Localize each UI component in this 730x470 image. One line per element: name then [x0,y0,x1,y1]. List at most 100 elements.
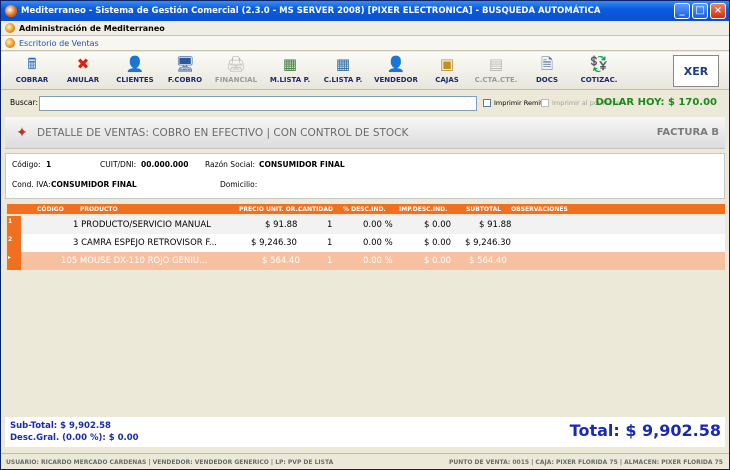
cell-cantidad[interactable]: 1 [327,256,332,266]
razon-value: CONSUMIDOR FINAL [259,160,345,169]
monitor-person-icon: 🖥 [175,54,195,73]
title-bar[interactable]: Mediterraneo - Sistema de Gestión Comerc… [1,1,729,21]
toolbar-button-clientes[interactable]: 👤 CLIENTES [110,54,160,88]
toolbar-button-cajas[interactable]: ▣ CAJAS [422,54,472,88]
desk-icon [5,38,15,48]
status-left: USUARIO: RICARDO MERCADO CARDENAS | VEND… [6,459,334,466]
grid-list-icon: ▦ [282,54,298,73]
total-text: Total: $ 9,902.58 [569,421,721,440]
printer-icon: 🖨 [226,54,246,73]
doc-type: FACTURA B [656,127,719,138]
cell-imp-desc[interactable]: $ 0.00 [424,256,451,266]
maximize-button[interactable]: □ [692,3,708,19]
col-cantidad[interactable]: CANTIDAD [298,206,333,213]
totals-panel: Sub-Total: $ 9,902.58 Desc.Gral. (0.00 %… [5,417,725,447]
cash-register-icon: 🖩 [27,54,37,73]
cell-imp-desc[interactable]: $ 0.00 [424,238,451,248]
toolbar-button-docs[interactable]: 🗎 DOCS [522,54,572,88]
minimize-button[interactable]: _ [674,3,690,19]
cell-subtotal[interactable]: $ 91.88 [479,220,511,230]
close-button[interactable]: × [710,3,726,19]
toolbar-button-anular[interactable]: ✖ ANULAR [58,54,108,88]
toolbar-button-label: VENDEDOR [374,76,418,84]
cell-precio[interactable]: $ 9,246.30 [251,238,297,248]
cell-desc-pct[interactable]: 0.00 % [363,220,393,230]
table-row-selected[interactable]: ▸ 105 MOUSE DX-110 ROJO GENIU... $ 564.4… [7,252,725,270]
iva-value: CONSUMIDOR FINAL [51,180,137,189]
col-imp-desc[interactable]: IMP.DESC.IND. [399,206,447,213]
row-selector-icon[interactable]: ▸ [7,252,21,270]
sales-desk-bar[interactable]: Escritorio de Ventas [1,36,729,51]
cuit-label: CUIT/DNI: [100,160,137,169]
codigo-label: Código: [12,160,41,169]
toolbar-button-label: COTIZAC. [580,76,618,84]
checkbox-box[interactable] [541,99,549,107]
cell-subtotal[interactable]: $ 9,246.30 [465,238,511,248]
client-info-panel: Código: 1 CUIT/DNI: 00.000.000 Razón Soc… [5,153,725,199]
cell-precio[interactable]: $ 564.40 [262,256,300,266]
toolbar-button-c-lista-p[interactable]: ▦ C.LISTA P. [318,54,368,88]
account-icon: ▤ [488,54,504,73]
window-title: Mediterraneo - Sistema de Gestión Comerc… [21,6,601,16]
col-subtotal[interactable]: SUBTOTAL [466,206,501,213]
main-toolbar: 🖩 COBRAR ✖ ANULAR 👤 CLIENTES 🖥 F.COBRO 🖨 FINANCIA… [1,52,729,90]
toolbar-button-f-cobro[interactable]: 🖥 F.COBRO [160,54,210,88]
col-producto[interactable]: PRODUCTO [80,206,118,213]
admin-label: Administración de Mediterraneo [19,23,165,33]
toolbar-button-label: DOCS [535,76,559,84]
iva-label: Cond. IVA: [12,180,51,189]
cell-desc-pct[interactable]: 0.00 % [363,256,393,266]
cell-producto[interactable]: 3 CAMRA ESPEJO RETROVISOR F... [73,238,237,248]
toolbar-button-label: FINANCIAL [214,76,258,84]
toolbar-button-label: ANULAR [66,76,100,84]
cell-subtotal[interactable]: $ 564.40 [469,256,507,266]
row-number[interactable]: 1 [7,216,21,234]
row-number[interactable]: 2 [7,234,21,252]
toolbar-button-m-lista-p[interactable]: ▦ M.LISTA P. [265,54,315,88]
toolbar-button-label: F.COBRO [167,76,203,84]
subtotal-text: Sub-Total: $ 9,902.58 [10,421,111,431]
cell-cantidad[interactable]: 1 [327,220,332,230]
toolbar-button-vendedor[interactable]: 👤 VENDEDOR [371,54,421,88]
toolbar-button-c-cta-cte[interactable]: ▤ C.CTA.CTE. [471,54,521,88]
admin-panel-bar[interactable]: Administración de Mediterraneo [1,21,729,36]
person-icon: 👤 [125,54,145,73]
grid-search-icon: ▦ [335,54,351,73]
discount-text: Desc.Gral. (0.00 %): $ 0.00 [10,433,139,443]
toolbar-button-label: CAJAS [435,76,459,84]
section-title: DETALLE DE VENTAS: COBRO EN EFECTIVO | C… [37,126,409,139]
search-input[interactable] [39,96,477,111]
checkbox-box[interactable] [483,99,491,107]
razon-label: Razón Social: [205,160,256,169]
search-label: Buscar: [10,98,39,107]
toolbar-button-financial[interactable]: 🖨 FINANCIAL [211,54,261,88]
section-header: ✦ DETALLE DE VENTAS: COBRO EN EFECTIVO |… [5,117,725,149]
col-codigo[interactable]: CÓDIGO [37,206,64,213]
document-icon: 🗎 [540,54,554,73]
col-desc-pct[interactable]: % DESC.IND. [343,206,386,213]
col-precio[interactable]: PRECIO UNIT. OR... [239,206,302,213]
sales-grid[interactable]: CÓDIGO PRODUCTO PRECIO UNIT. OR... CANTI… [7,204,725,417]
boxes-icon: ▣ [439,54,455,73]
dollar-rate: DOLAR HOY: $ 170.00 [595,97,718,108]
cell-producto[interactable]: 105 MOUSE DX-110 ROJO GENIU... [61,256,237,266]
toolbar-button-label: CLIENTES [116,76,154,84]
desk-label: Escritorio de Ventas [19,38,99,48]
cuit-value: 00.000.000 [141,160,189,169]
search-row: Buscar: Imprimir Remito Imprimir al por … [1,93,729,113]
cell-precio[interactable]: $ 91.88 [265,220,297,230]
money-icon: 💱 [589,54,609,73]
table-row[interactable]: 2 3 CAMRA ESPEJO RETROVISOR F... $ 9,246… [7,234,725,252]
print-remito-checkbox[interactable]: Imprimir Remito [483,99,547,107]
cell-desc-pct[interactable]: 0.00 % [363,238,393,248]
toolbar-button-cotizac[interactable]: 💱 COTIZAC. [574,54,624,88]
toolbar-button-cobrar[interactable]: 🖩 COBRAR [7,54,57,88]
col-observaciones[interactable]: OBSERVACIONES [511,206,568,213]
cell-cantidad[interactable]: 1 [327,238,332,248]
codigo-value: 1 [46,160,52,169]
xer-logo: XER [673,55,719,87]
table-row[interactable]: 1 1 PRODUCTO/SERVICIO MANUAL $ 91.88 1 0… [7,216,725,234]
cell-imp-desc[interactable]: $ 0.00 [424,220,451,230]
cell-producto[interactable]: 1 PRODUCTO/SERVICIO MANUAL [73,220,233,230]
salesman-icon: 👤 [386,54,406,73]
